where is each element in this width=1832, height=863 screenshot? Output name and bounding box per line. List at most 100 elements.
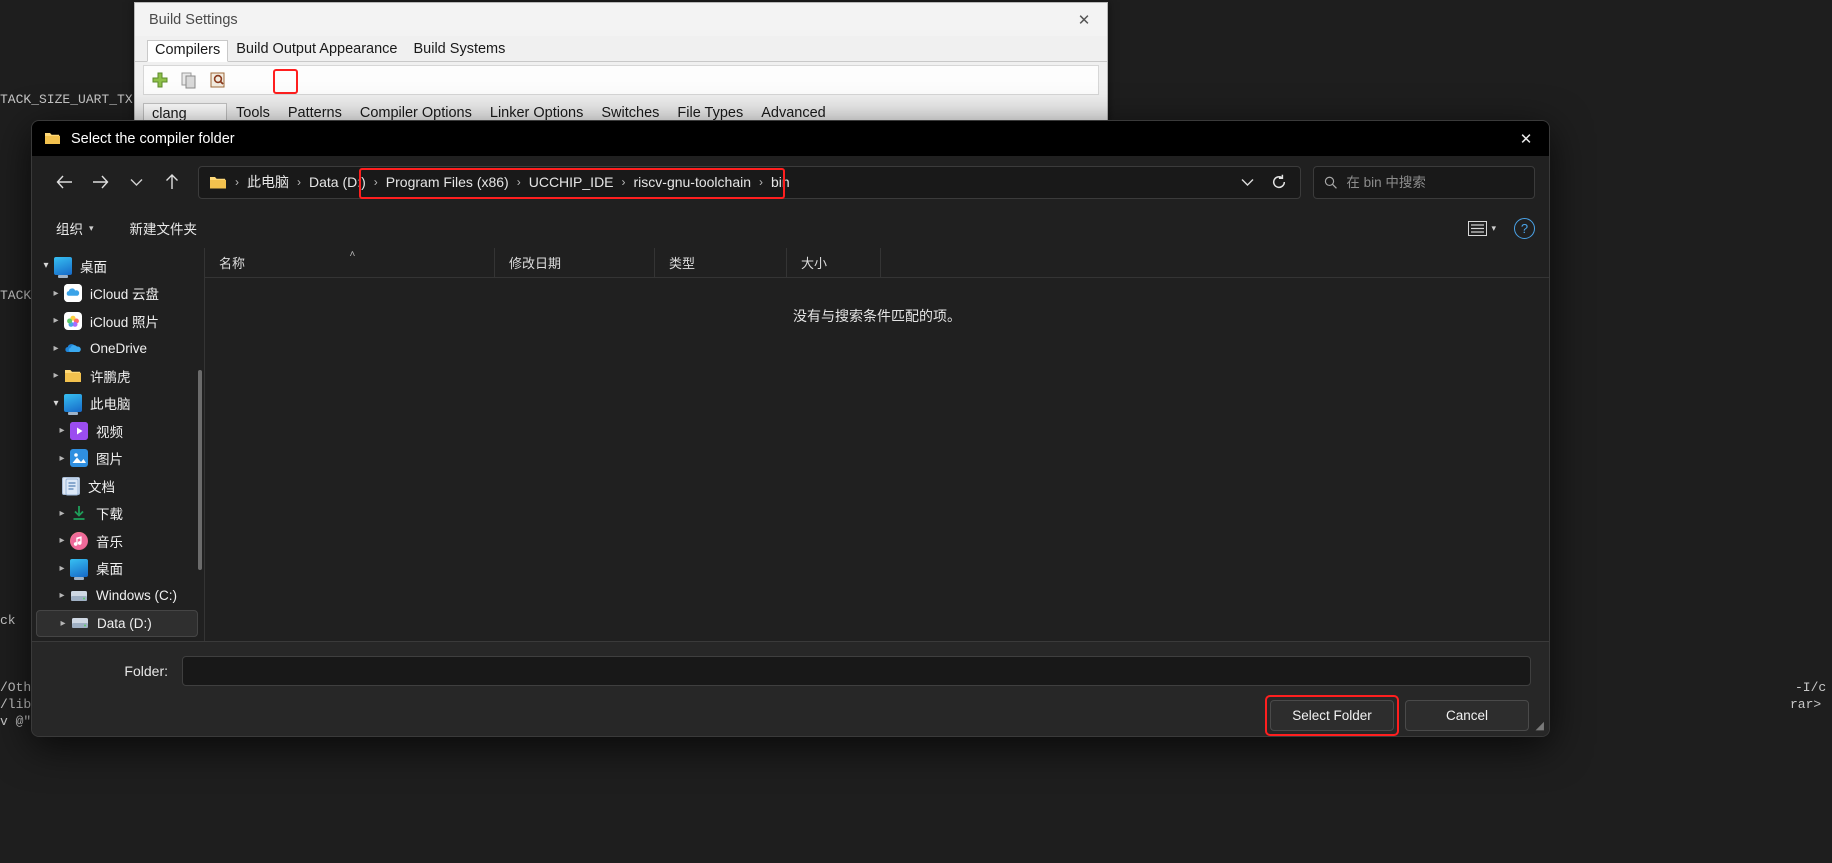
tree-item-this-pc[interactable]: ▾ 此电脑 [32,390,204,418]
chevron-right-icon[interactable]: ▸ [55,618,71,629]
chevron-right-icon[interactable]: ▸ [54,425,70,436]
forward-button[interactable] [82,166,118,198]
tree-item-data-d[interactable]: ▸ Data (D:) [36,609,198,637]
breadcrumb-item-ucchip-ide[interactable]: UCCHIP_IDE [525,172,618,192]
dialog-title: Select the compiler folder [71,130,235,147]
plus-icon[interactable] [150,70,170,90]
dialog-close-button[interactable]: ✕ [1503,121,1549,156]
code-line: /lib [0,697,32,712]
empty-list-message: 没有与搜索条件匹配的项。 [793,308,961,324]
tab-build-output-appearance[interactable]: Build Output Appearance [228,39,405,62]
select-folder-button[interactable]: Select Folder [1270,700,1394,731]
arrow-up-icon [166,174,178,189]
breadcrumb-separator: › [373,175,378,189]
videos-icon [70,421,88,440]
column-label: 名称 [219,256,246,271]
chevron-right-icon[interactable]: ▸ [48,315,64,326]
column-header-name[interactable]: ˄ 名称 [205,247,495,278]
tree-item-documents[interactable]: 文档 [32,472,204,500]
tree-item-videos[interactable]: ▸ 视频 [32,417,204,445]
search-input[interactable] [1346,174,1524,190]
column-label: 大小 [801,256,828,271]
tree-item-label: 视频 [96,424,123,440]
view-options-button[interactable]: ▾ [1460,216,1504,241]
cancel-button[interactable]: Cancel [1405,700,1529,731]
chevron-right-icon[interactable]: ▸ [48,343,64,354]
tree-item-icloud-drive[interactable]: ▸ iCloud 云盘 [32,280,204,308]
column-header-size[interactable]: 大小 [787,247,881,278]
close-icon: ✕ [1519,130,1533,148]
chevron-right-icon[interactable]: ▸ [54,535,70,546]
tree-item-pictures[interactable]: ▸ 图片 [32,445,204,473]
copy-icon[interactable] [179,70,199,90]
arrow-left-icon [56,175,72,189]
tree-item-music[interactable]: ▸ 音乐 [32,527,204,555]
folder-input[interactable] [182,656,1531,686]
tree-item-onedrive[interactable]: ▸ OneDrive [32,335,204,363]
breadcrumb-item-this-pc[interactable]: 此电脑 [243,170,293,194]
refresh-button[interactable] [1264,168,1294,196]
chevron-right-icon[interactable]: ▸ [48,370,64,381]
music-icon [70,531,88,550]
dialog-titlebar: Select the compiler folder ✕ [32,121,1549,156]
tree-item-desktop[interactable]: ▾ 桌面 [32,252,204,280]
code-line: -I/c [1795,680,1827,695]
tree-item-icloud-photos[interactable]: ▸ iCloud 照片 [32,307,204,335]
folder-label: Folder: [124,663,168,679]
build-settings-tabs: Compilers Build Output Appearance Build … [135,36,1107,62]
dialog-action-buttons: Select Folder Cancel [50,695,1531,736]
chevron-down-icon[interactable]: ▾ [38,260,54,271]
up-button[interactable] [154,166,190,198]
column-label: 修改日期 [509,256,562,271]
organize-label: 组织 [56,222,83,237]
organize-button[interactable]: 组织 ▾ [46,213,104,243]
chevron-down-icon[interactable]: ▾ [48,398,64,409]
resize-grip-icon[interactable]: ◢ [1536,719,1544,732]
tree-item-label: Windows (C:) [96,588,178,604]
tree-item-windows-c[interactable]: ▸ Windows (C:) [32,582,204,610]
chevron-right-icon[interactable]: ▸ [54,590,70,601]
chevron-right-icon[interactable]: ▸ [48,288,64,299]
tree-item-label: 此电脑 [90,397,131,413]
tab-compilers[interactable]: Compilers [147,39,229,62]
tree-item-label: 下载 [96,507,123,523]
new-folder-button[interactable]: 新建文件夹 [120,213,208,243]
column-header-type[interactable]: 类型 [655,247,787,278]
code-line: ck [0,613,16,628]
tree-item-desktop-sub[interactable]: ▸ 桌面 [32,555,204,583]
breadcrumb-item-program-files-x86[interactable]: Program Files (x86) [382,172,513,192]
breadcrumb-item-bin[interactable]: bin [767,172,794,192]
column-label: 类型 [669,256,696,271]
tab-build-systems[interactable]: Build Systems [406,39,514,62]
back-button[interactable] [46,166,82,198]
drive-icon [70,587,88,605]
recent-locations-button[interactable] [118,166,154,198]
select-folder-dialog: Select the compiler folder ✕ › 此电脑 › Dat… [31,120,1550,737]
address-dropdown-button[interactable] [1232,168,1262,196]
new-folder-label: 新建文件夹 [129,222,198,237]
chevron-right-icon[interactable]: ▸ [54,563,70,574]
search-box[interactable] [1313,165,1535,199]
tree-item-downloads[interactable]: ▸ 下载 [32,500,204,528]
address-bar[interactable]: › 此电脑 › Data (D:) › Program Files (x86) … [198,165,1301,199]
tree-item-label: 音乐 [96,534,123,550]
chevron-down-icon: ▾ [89,222,94,233]
tree-item-label: 文档 [88,479,115,495]
chevron-right-icon[interactable]: ▸ [54,453,70,464]
tree-item-user-folder[interactable]: ▸ 许鹏虎 [32,362,204,390]
chevron-down-icon: ▾ [1491,222,1496,233]
tree-item-label: 桌面 [80,259,107,275]
build-settings-close-button[interactable]: ✕ [1061,3,1107,36]
dialog-footer: Folder: Select Folder Cancel ◢ [32,641,1549,736]
breadcrumb-item-riscv-gnu-toolchain[interactable]: riscv-gnu-toolchain [630,172,756,192]
help-icon[interactable]: ? [1514,217,1535,239]
command-bar-right: ▾ ? [1460,216,1535,241]
close-icon: ✕ [1077,11,1091,29]
breadcrumb-item-data-d[interactable]: Data (D:) [305,172,370,192]
tree-scrollbar[interactable] [198,370,202,570]
column-header-date-modified[interactable]: 修改日期 [495,247,655,278]
chevron-right-icon[interactable]: ▸ [54,508,70,519]
address-bar-actions [1232,168,1294,196]
drive-icon [71,614,89,632]
inspect-icon[interactable] [208,70,228,90]
